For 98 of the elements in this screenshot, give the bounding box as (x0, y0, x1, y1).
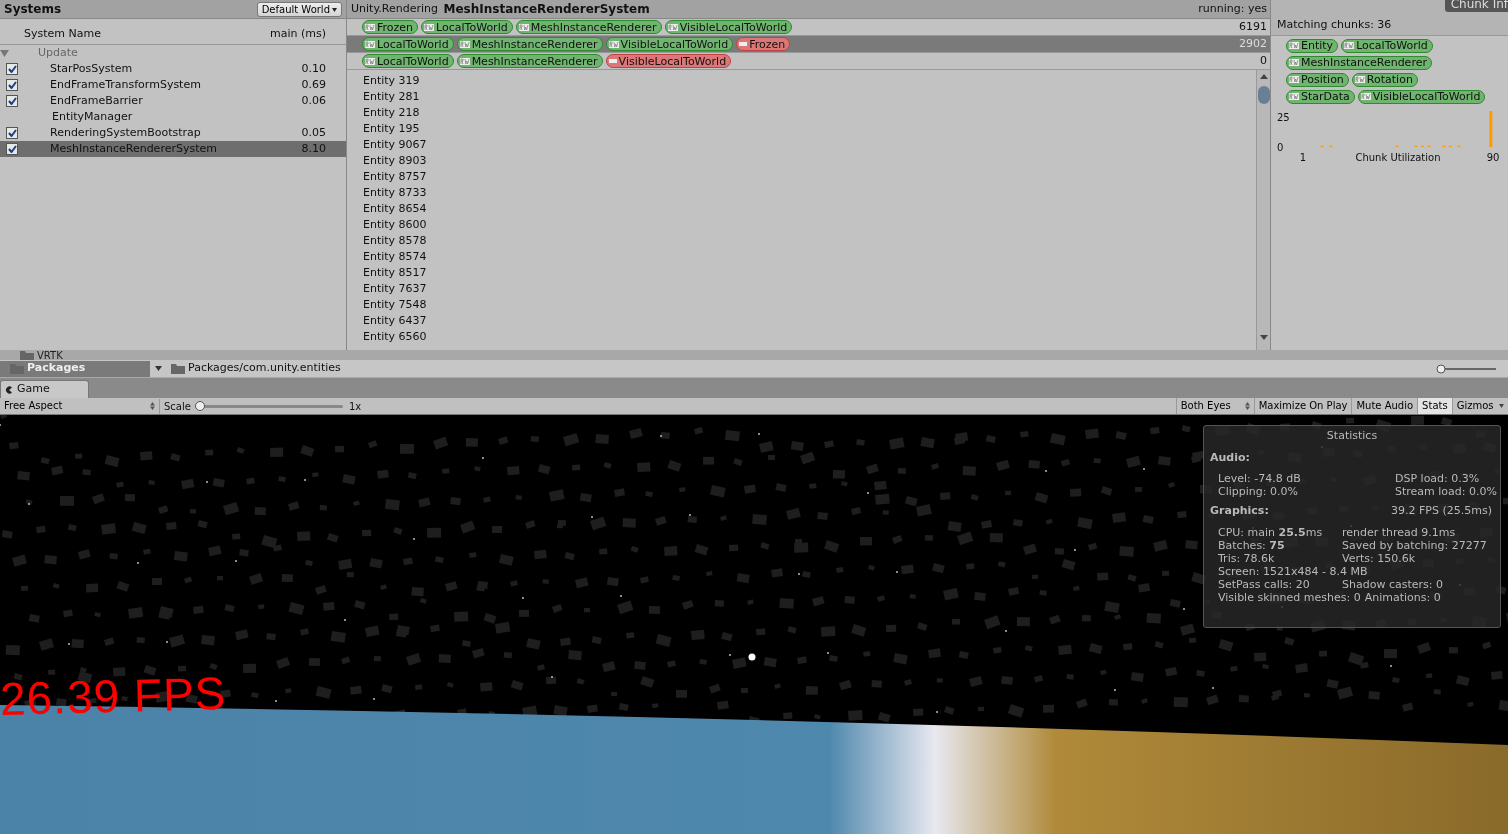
stat-value: 39.2 FPS (25.5ms) (1391, 503, 1492, 519)
system-title: MeshInstanceRendererSystem (443, 1, 650, 18)
stat-value: CPU: main 25.5ms (1218, 525, 1324, 539)
system-name: MeshInstanceRendererSystem (50, 140, 218, 157)
stat-value: Shadow casters: 0 (1342, 577, 1443, 591)
system-row[interactable]: EndFrameBarrier 0.06 (0, 93, 346, 109)
stat-value: SetPass calls: 20 (1218, 577, 1311, 591)
entity-item[interactable]: Entity 6560 (363, 329, 1256, 345)
component-tag[interactable]: LocalToWorld (1341, 38, 1433, 53)
running-status: running: yes (1198, 0, 1267, 17)
system-time: 0.05 (301, 124, 326, 141)
component-tag[interactable]: Position (1286, 72, 1349, 87)
entity-item[interactable]: Entity 8574 (363, 249, 1256, 265)
column-header[interactable]: System Name (24, 25, 270, 42)
component-tag[interactable]: MeshInstanceRenderer (1286, 55, 1432, 70)
toggle-button[interactable]: Maximize On Play (1253, 398, 1352, 414)
entity-item[interactable]: Entity 8757 (363, 169, 1256, 185)
entity-item[interactable]: Entity 281 (363, 89, 1256, 105)
entity-item[interactable]: Entity 8733 (363, 185, 1256, 201)
scale-label: Scale (159, 398, 191, 414)
entity-item[interactable]: Entity 8578 (363, 233, 1256, 249)
stat-value: Saved by batching: 27277 (1342, 538, 1487, 552)
system-row[interactable]: EntityManager (0, 109, 346, 125)
toggle-button[interactable]: Stats (1417, 398, 1452, 414)
component-tag[interactable]: Frozen (362, 20, 419, 34)
stat-value: Clipping: 0.0% (1218, 485, 1299, 498)
column-header[interactable]: main (ms) (270, 25, 326, 42)
stat-value: Level: -74.8 dB (1218, 472, 1302, 485)
system-name: StarPosSystem (50, 60, 134, 77)
eyes-dropdown[interactable]: Both Eyes (1175, 398, 1254, 414)
axis-title: Chunk Utilization (1355, 151, 1441, 163)
component-tag[interactable]: MeshInstanceRenderer (456, 37, 603, 51)
system-row[interactable]: MeshInstanceRendererSystem 8.10 (0, 141, 346, 157)
entity-count: 2902 (1239, 35, 1267, 52)
component-tag[interactable]: LocalToWorld (362, 54, 454, 68)
section-heading: Graphics: (1210, 503, 1270, 519)
world-dropdown[interactable]: Default World (256, 1, 342, 17)
component-tag[interactable]: Frozen (736, 37, 791, 51)
axis-tick-label: 25 (1277, 111, 1290, 123)
entity-item[interactable]: Entity 6437 (363, 313, 1256, 329)
system-time: 0.69 (301, 76, 326, 93)
stat-value: DSP load: 0.3% (1395, 472, 1480, 485)
entity-item[interactable]: Entity 9067 (363, 137, 1256, 153)
component-tag[interactable]: MeshInstanceRenderer (515, 20, 662, 34)
stat-value: Tris: 78.6k (1218, 551, 1276, 565)
axis-tick-label: 1 (1299, 151, 1307, 163)
entity-item[interactable]: Entity 195 (363, 121, 1256, 137)
section-heading: Audio: (1210, 449, 1251, 466)
entity-item[interactable]: Entity 8600 (363, 217, 1256, 233)
stat-value: Visible skinned meshes: 0 (1218, 590, 1361, 604)
system-row[interactable]: RenderingSystemBootstrap 0.05 (0, 125, 346, 141)
component-tag[interactable]: LocalToWorld (421, 20, 513, 34)
system-time: 0.06 (301, 92, 326, 109)
stat-value: Screen: 1521x484 - 8.4 MB (1218, 564, 1368, 578)
scale-reading: 1x (348, 399, 362, 414)
component-tag[interactable]: StarData (1286, 89, 1355, 104)
system-name: EndFrameTransformSystem (50, 76, 202, 93)
query-row[interactable]: LocalToWorld MeshInstanceRenderer VisibleLocalToWorld Frozen 2902 (347, 36, 1270, 53)
entity-item[interactable]: Entity 218 (363, 105, 1256, 121)
system-time: 0.10 (301, 60, 326, 77)
component-tag[interactable]: VisibleLocalToWorld (664, 20, 793, 34)
stat-value: Batches: 75 (1218, 538, 1286, 552)
panel-title: Systems (4, 1, 62, 18)
entity-count: 6191 (1239, 18, 1267, 35)
folder-item[interactable]: VRTK (0, 350, 150, 360)
stat-value: Animations: 0 (1364, 590, 1441, 604)
aspect-dropdown[interactable]: Free Aspect (0, 398, 159, 414)
system-time: 8.10 (301, 140, 326, 157)
tab[interactable]: Game (0, 380, 89, 398)
query-row[interactable]: LocalToWorld MeshInstanceRenderer VisibleLocalToWorld 0 (347, 53, 1270, 70)
statistics-title: Statistics (1325, 428, 1379, 444)
entity-item[interactable]: Entity 7548 (363, 297, 1256, 313)
entity-item[interactable]: Entity 8517 (363, 265, 1256, 281)
system-name: EndFrameBarrier (50, 92, 144, 109)
component-tag[interactable]: VisibleLocalToWorld (1357, 89, 1486, 104)
component-tag[interactable]: MeshInstanceRenderer (456, 54, 603, 68)
component-tag[interactable]: LocalToWorld (362, 37, 454, 51)
entity-item[interactable]: Entity 8903 (363, 153, 1256, 169)
entity-item[interactable]: Entity 7637 (363, 281, 1256, 297)
system-row[interactable]: StarPosSystem 0.10 (0, 61, 346, 77)
entity-count: 0 (1260, 52, 1267, 69)
system-namespace: Unity.Rendering (351, 0, 438, 17)
folder-item[interactable]: Packages (0, 360, 150, 377)
stat-value: Stream load: 0.0% (1395, 485, 1497, 498)
component-tag[interactable]: Rotation (1351, 72, 1418, 87)
entity-item[interactable]: Entity 319 (363, 73, 1256, 89)
system-row[interactable]: EndFrameTransformSystem 0.69 (0, 77, 346, 93)
axis-tick-label: 0 (1277, 141, 1284, 153)
stat-value: Verts: 150.6k (1342, 551, 1416, 565)
axis-tick-label: 90 (1486, 151, 1500, 163)
component-tag[interactable]: VisibleLocalToWorld (605, 37, 734, 51)
component-tag[interactable]: Entity (1286, 38, 1339, 53)
system-name: EntityManager (52, 108, 134, 125)
component-tag[interactable]: VisibleLocalToWorld (605, 54, 732, 68)
stat-value: render thread 9.1ms (1342, 525, 1456, 539)
system-name: RenderingSystemBootstrap (50, 124, 202, 141)
gizmos-menu[interactable]: Gizmos (1451, 398, 1508, 414)
entity-item[interactable]: Entity 8654 (363, 201, 1256, 217)
